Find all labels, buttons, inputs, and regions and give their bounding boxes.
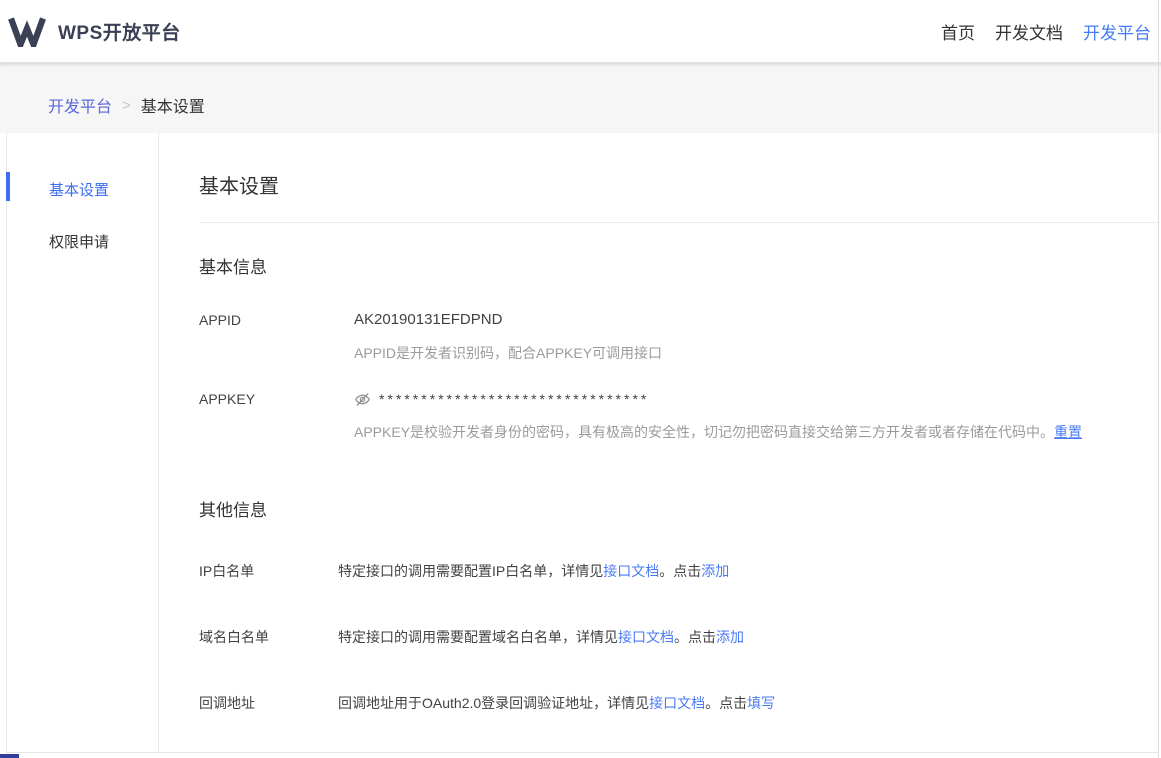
- breadcrumb-separator-icon: >: [122, 97, 131, 114]
- domain-whitelist-row: 域名白名单 特定接口的调用需要配置域名白名单，详情见接口文档。点击添加: [199, 627, 1159, 647]
- brand-home-link[interactable]: WPS开放平台: [8, 16, 181, 47]
- sidebar-item-basic-settings[interactable]: 基本设置: [7, 181, 158, 201]
- ip-whitelist-row: IP白名单 特定接口的调用需要配置IP白名单，详情见接口文档。点击添加: [199, 561, 1159, 581]
- ip-whitelist-desc: 特定接口的调用需要配置IP白名单，详情见接口文档。点击添加: [338, 561, 729, 581]
- sidebar: 基本设置 权限申请: [7, 133, 159, 752]
- appkey-label: APPKEY: [199, 389, 354, 442]
- callback-address-row: 回调地址 回调地址用于OAuth2.0登录回调验证地址，详情见接口文档。点击填写: [199, 693, 1159, 713]
- appid-help-text: APPID是开发者识别码，配合APPKEY可调用接口: [354, 343, 662, 363]
- ip-whitelist-text: 特定接口的调用需要配置IP白名单，详情见: [338, 563, 603, 579]
- main-content: 基本设置 基本信息 APPID AK20190131EFDPND APPID是开…: [160, 133, 1159, 713]
- content-panel: 基本设置 权限申请 基本设置 基本信息 APPID AK20190131EFDP…: [6, 133, 1159, 753]
- domain-whitelist-label: 域名白名单: [199, 627, 338, 647]
- appid-label: APPID: [199, 310, 354, 363]
- appkey-value-block: ******************************** APPKEY是…: [354, 389, 1082, 442]
- domain-whitelist-desc: 特定接口的调用需要配置域名白名单，详情见接口文档。点击添加: [338, 627, 744, 647]
- callback-address-text-mid: 。点击: [705, 695, 747, 711]
- appkey-help-body: APPKEY是校验开发者身份的密码，具有极高的安全性，切记勿把密码直接交给第三方…: [354, 424, 1054, 440]
- section-heading-other-info: 其他信息: [199, 499, 1159, 523]
- wps-logo-icon: [8, 16, 46, 47]
- breadcrumb: 开发平台 > 基本设置: [0, 62, 1161, 133]
- appkey-help-text: APPKEY是校验开发者身份的密码，具有极高的安全性，切记勿把密码直接交给第三方…: [354, 422, 1082, 442]
- footer-edge-strip: [0, 754, 19, 758]
- sidebar-item-permission-request[interactable]: 权限申请: [7, 233, 158, 253]
- callback-address-desc: 回调地址用于OAuth2.0登录回调验证地址，详情见接口文档。点击填写: [338, 693, 775, 713]
- ip-whitelist-text-mid: 。点击: [659, 563, 701, 579]
- callback-address-label: 回调地址: [199, 693, 338, 713]
- appkey-reset-link[interactable]: 重置: [1054, 424, 1082, 440]
- callback-address-doc-link[interactable]: 接口文档: [649, 695, 705, 711]
- appkey-row: APPKEY ********************************: [199, 389, 1159, 442]
- ip-whitelist-doc-link[interactable]: 接口文档: [603, 563, 659, 579]
- top-header: WPS开放平台 首页 开发文档 开发平台: [0, 0, 1161, 62]
- domain-whitelist-text-mid: 。点击: [674, 629, 716, 645]
- nav-item-dev-docs[interactable]: 开发文档: [995, 19, 1063, 44]
- domain-whitelist-add-link[interactable]: 添加: [716, 629, 744, 645]
- brand-title: WPS开放平台: [58, 18, 181, 45]
- callback-address-text: 回调地址用于OAuth2.0登录回调验证地址，详情见: [338, 695, 649, 711]
- appid-value: AK20190131EFDPND: [354, 310, 662, 330]
- breadcrumb-current: 基本设置: [141, 93, 205, 117]
- top-nav: 首页 开发文档 开发平台: [941, 19, 1151, 44]
- section-heading-basic-info: 基本信息: [199, 256, 1159, 280]
- page-title: 基本设置: [199, 173, 1159, 201]
- breadcrumb-link-dev-platform[interactable]: 开发平台: [48, 93, 112, 117]
- domain-whitelist-text: 特定接口的调用需要配置域名白名单，详情见: [338, 629, 618, 645]
- nav-item-home[interactable]: 首页: [941, 19, 975, 44]
- appid-row: APPID AK20190131EFDPND APPID是开发者识别码，配合AP…: [199, 310, 1159, 363]
- page: WPS开放平台 首页 开发文档 开发平台 开发平台 > 基本设置 基本设置 权限…: [0, 0, 1161, 758]
- ip-whitelist-label: IP白名单: [199, 561, 338, 581]
- page-right-border: [1158, 0, 1159, 758]
- appid-value-block: AK20190131EFDPND APPID是开发者识别码，配合APPKEY可调…: [354, 310, 662, 363]
- appkey-masked-value: ********************************: [379, 389, 649, 409]
- callback-address-fill-link[interactable]: 填写: [747, 695, 775, 711]
- nav-item-dev-platform[interactable]: 开发平台: [1083, 19, 1151, 44]
- ip-whitelist-add-link[interactable]: 添加: [701, 563, 729, 579]
- title-divider: [199, 222, 1159, 223]
- domain-whitelist-doc-link[interactable]: 接口文档: [618, 629, 674, 645]
- eye-slash-icon[interactable]: [354, 391, 371, 408]
